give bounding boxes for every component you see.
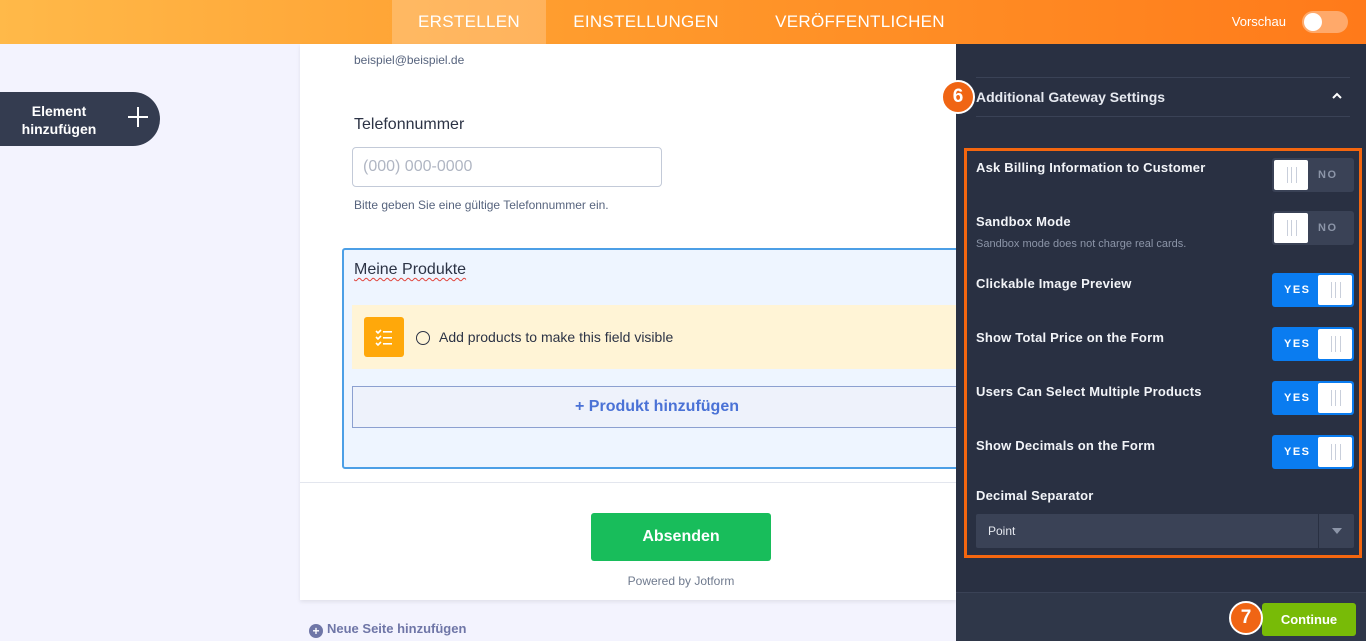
radio-icon (416, 331, 430, 345)
setting-decimals-label: Show Decimals on the Form (976, 438, 1156, 453)
toggle-state: YES (1284, 446, 1311, 458)
divider (300, 482, 956, 483)
setting-ask-billing-label: Ask Billing Information to Customer (976, 160, 1206, 175)
toggle-state: YES (1284, 392, 1311, 404)
submit-button[interactable]: Absenden (591, 513, 771, 561)
step-7-badge: 7 (1229, 601, 1263, 635)
toggle-knob (1274, 213, 1308, 243)
image-preview-toggle[interactable]: YES (1272, 273, 1354, 307)
add-element-button[interactable]: Element hinzufügen (0, 92, 160, 146)
email-example-hint: beispiel@beispiel.de (354, 53, 465, 67)
panel-divider (976, 116, 1350, 117)
sandbox-toggle[interactable]: NO (1272, 211, 1354, 245)
add-new-page-label: Neue Seite hinzufügen (327, 621, 467, 636)
panel-divider (976, 77, 1350, 78)
toggle-state: YES (1284, 284, 1311, 296)
toggle-knob (1274, 160, 1308, 190)
toggle-state: NO (1318, 169, 1338, 181)
setting-multiple-products-label: Users Can Select Multiple Products (976, 384, 1202, 399)
setting-total-price-label: Show Total Price on the Form (976, 330, 1165, 345)
toggle-knob (1318, 329, 1352, 359)
checklist-icon (364, 317, 404, 357)
tab-veroeffentlichen[interactable]: VERÖFFENTLICHEN (760, 0, 960, 44)
decimals-toggle[interactable]: YES (1272, 435, 1354, 469)
setting-sandbox-label: Sandbox Mode (976, 214, 1071, 229)
add-new-page-link[interactable]: + Neue Seite hinzufügen (309, 621, 466, 638)
decimal-separator-select[interactable]: Point (976, 514, 1354, 548)
phone-input[interactable] (352, 147, 662, 187)
toggle-knob (1318, 275, 1352, 305)
tab-erstellen[interactable]: ERSTELLEN (392, 0, 546, 44)
add-circle-icon: + (309, 624, 323, 638)
ask-billing-toggle[interactable]: NO (1272, 158, 1354, 192)
add-element-label-line1: Element (31, 103, 87, 119)
products-title: Meine Produkte (354, 261, 467, 278)
powered-by: Powered by Jotform (627, 574, 735, 588)
preview-toggle-knob (1304, 13, 1322, 31)
toggle-state: NO (1318, 222, 1338, 234)
toggle-knob (1318, 383, 1352, 413)
toggle-state: YES (1284, 338, 1311, 350)
phone-hint: Bitte geben Sie eine gültige Telefonnumm… (354, 198, 609, 212)
tab-einstellungen[interactable]: EINSTELLUNGEN (556, 0, 736, 44)
preview-label: Vorschau (1231, 14, 1286, 29)
chevron-up-icon[interactable] (1330, 89, 1344, 103)
gateway-settings-title[interactable]: Additional Gateway Settings (976, 89, 1165, 105)
form-canvas: beispiel@beispiel.de Telefonnummer Bitte… (300, 44, 964, 600)
step-6-badge: 6 (941, 80, 975, 114)
total-price-toggle[interactable]: YES (1272, 327, 1354, 361)
plus-icon (126, 105, 150, 129)
top-bar: ERSTELLEN EINSTELLUNGEN VERÖFFENTLICHEN … (0, 0, 1366, 44)
setting-image-preview-label: Clickable Image Preview (976, 276, 1132, 291)
setting-sandbox-description: Sandbox mode does not charge real cards. (976, 238, 1187, 250)
add-element-label: Element hinzufügen (14, 102, 104, 138)
decimal-separator-label: Decimal Separator (976, 488, 1094, 503)
continue-button[interactable]: Continue (1262, 603, 1356, 636)
products-notice: Add products to make this field visible (352, 305, 964, 369)
preview-toggle[interactable] (1302, 11, 1348, 33)
dropdown-arrow-icon (1318, 514, 1354, 548)
phone-label: Telefonnummer (354, 116, 465, 133)
multiple-products-toggle[interactable]: YES (1272, 381, 1354, 415)
decimal-separator-value: Point (988, 524, 1016, 538)
add-product-button[interactable]: + Produkt hinzufügen (352, 386, 962, 428)
products-field[interactable]: Meine Produkte Add products to make this… (342, 248, 964, 469)
products-notice-text: Add products to make this field visible (439, 329, 674, 345)
add-element-label-line2: hinzufügen (21, 121, 97, 137)
toggle-knob (1318, 437, 1352, 467)
